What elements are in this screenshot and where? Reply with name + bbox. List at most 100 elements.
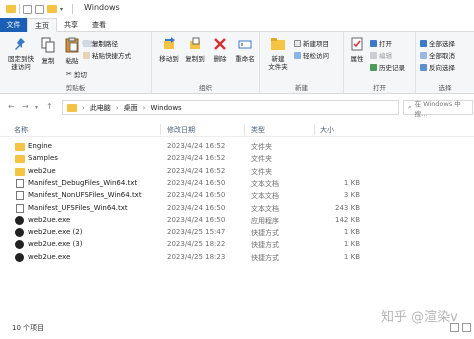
table-row[interactable]: web2ue 2023/4/24 16:52 文件夹 [0, 166, 474, 178]
table-row[interactable]: Engine 2023/4/24 16:52 文件夹 [0, 141, 474, 153]
table-row[interactable]: Manifest_DebugFiles_Win64.txt 2023/4/24 1… [0, 178, 474, 190]
forward-arrow-icon[interactable]: → [22, 102, 29, 111]
breadcrumb-this-pc[interactable]: 此电脑 [90, 103, 111, 113]
chevron-right-icon: › [142, 103, 146, 112]
breadcrumb-windows[interactable]: Windows [150, 104, 181, 112]
copy-icon [41, 37, 55, 53]
copy-path-button[interactable]: 复制路径 [83, 38, 118, 48]
copy-to-button[interactable]: 复制到 [182, 37, 208, 63]
new-item-button[interactable]: 新建项目 [294, 38, 329, 48]
watermark: 知乎 @渲染v [381, 310, 458, 325]
table-row[interactable]: web2ue.exe 2023/4/25 18:23 快捷方式 1 KB [0, 252, 474, 264]
file-name: Manifest_NonUFSFiles_Win64.txt [28, 191, 142, 200]
properties-quick-icon[interactable] [23, 4, 32, 14]
file-size: 1 KB [343, 252, 360, 261]
paste-button[interactable]: 粘贴 [62, 37, 82, 65]
column-divider[interactable] [314, 124, 315, 135]
file-type: 文本文档 [251, 204, 279, 213]
copy-label: 复制 [41, 57, 55, 65]
chevron-right-icon: › [82, 103, 85, 112]
select-none-button[interactable]: 全部取消 [420, 50, 455, 60]
new-folder-button[interactable]: 新建 文件夹 [264, 37, 292, 71]
column-name[interactable]: 名称 [14, 125, 28, 135]
open-group: 属性 打开 编辑 历史记录 打开 [344, 32, 416, 94]
new-item-icon [294, 39, 301, 47]
file-name: web2ue.exe [28, 215, 71, 224]
properties-label: 属性 [350, 55, 364, 63]
file-date: 2023/4/24 16:50 [167, 215, 226, 224]
move-to-button[interactable]: 移动到 [156, 37, 182, 63]
back-arrow-icon[interactable]: ← [8, 102, 15, 111]
up-arrow-icon[interactable]: ↑ [46, 102, 53, 111]
open-group-label: 打开 [373, 84, 386, 92]
copy-path-icon [83, 39, 90, 47]
file-type: 文件夹 [251, 143, 272, 151]
file-date: 2023/4/25 15:47 [167, 228, 226, 237]
file-name: web2ue.exe [28, 252, 71, 261]
folder-icon [15, 143, 25, 151]
paste-label: 粘贴 [65, 57, 79, 65]
tab-share[interactable]: 共享 [57, 18, 85, 32]
column-divider[interactable] [244, 124, 245, 135]
tab-home[interactable]: 主页 [27, 18, 57, 32]
recent-locations-chevron-icon[interactable]: ▾ [35, 104, 38, 111]
large-icons-view-icon[interactable] [462, 323, 471, 332]
rename-button[interactable]: 重命名 [232, 37, 258, 63]
table-row[interactable]: web2ue.exe (3) 2023/4/25 18:22 快捷方式 1 KB [0, 239, 474, 251]
search-box[interactable]: ⌕ 在 Windows 中搜... [403, 100, 473, 118]
breadcrumb-desktop[interactable]: 桌面 [124, 103, 138, 113]
ribbon-tabs: 文件 主页 共享 查看 [0, 18, 474, 32]
file-date: 2023/4/24 16:50 [167, 203, 226, 212]
cut-button-visible[interactable]: ✂ 剪切 [66, 69, 87, 79]
table-row[interactable]: Samples 2023/4/24 16:52 文件夹 [0, 153, 474, 165]
tab-view[interactable]: 查看 [85, 18, 113, 32]
edit-label: 编辑 [379, 52, 392, 60]
file-name: web2ue [28, 166, 56, 175]
table-row[interactable]: Manifest_NonUFSFiles_Win64.txt 2023/4/24 … [0, 190, 474, 202]
file-name: Manifest_UFSFiles_Win64.txt [28, 203, 128, 212]
invert-selection-button[interactable]: 反向选择 [420, 62, 455, 72]
file-size: 1 KB [343, 240, 360, 249]
folder-quick-icon[interactable] [47, 5, 57, 13]
file-size: 3 KB [343, 191, 360, 200]
customize-quick-access-icon[interactable]: ▾ [60, 6, 63, 13]
item-count: 10 个项目 [12, 324, 45, 332]
easy-access-button[interactable]: 轻松访问 [294, 50, 329, 60]
folder-icon [67, 103, 77, 112]
column-size[interactable]: 大小 [320, 125, 334, 135]
column-type[interactable]: 类型 [251, 125, 265, 135]
delete-button[interactable]: 删除 [210, 37, 230, 63]
history-label: 历史记录 [379, 64, 405, 72]
file-type: 文本文档 [251, 192, 279, 201]
address-bar[interactable]: › 此电脑 › 桌面 › Windows [62, 100, 399, 115]
search-icon: ⌕ [408, 103, 412, 111]
column-divider[interactable] [160, 124, 161, 135]
file-type: 快捷方式 [251, 253, 279, 262]
table-row[interactable]: Manifest_UFSFiles_Win64.txt 2023/4/24 16:… [0, 203, 474, 215]
file-size: 1 KB [343, 178, 360, 187]
scissors-icon: ✂ [66, 70, 72, 78]
easy-access-label: 轻松访问 [303, 52, 329, 60]
file-type: 应用程序 [251, 216, 279, 225]
column-date[interactable]: 修改日期 [167, 125, 195, 135]
file-type: 文件夹 [251, 167, 272, 176]
tab-file[interactable]: 文件 [0, 18, 27, 32]
copy-button[interactable]: 复制 [38, 37, 58, 65]
properties-button[interactable]: 属性 [348, 37, 366, 63]
edit-button[interactable]: 编辑 [370, 50, 392, 60]
chevron-right-icon: › [115, 103, 119, 112]
folder-icon [15, 167, 25, 176]
new-folder-label: 新建 文件夹 [268, 55, 288, 71]
file-date: 2023/4/24 16:52 [167, 166, 226, 175]
table-row[interactable]: web2ue.exe (2) 2023/4/25 15:47 快捷方式 1 KB [0, 227, 474, 239]
pin-to-quick-access-button[interactable]: 固定到快 速访问 [6, 37, 36, 71]
pin-label: 固定到快 速访问 [8, 55, 34, 71]
paste-shortcut-button[interactable]: 粘贴快捷方式 [83, 50, 131, 60]
select-group: 全部选择 全部取消 反向选择 选择 [416, 32, 474, 94]
select-all-label: 全部选择 [429, 40, 455, 48]
select-all-button[interactable]: 全部选择 [420, 38, 455, 48]
table-row[interactable]: web2ue.exe 2023/4/24 16:50 应用程序 142 KB [0, 215, 474, 227]
new-folder-quick-icon[interactable] [35, 4, 44, 14]
history-button[interactable]: 历史记录 [370, 62, 405, 72]
open-button[interactable]: 打开 [370, 38, 392, 48]
